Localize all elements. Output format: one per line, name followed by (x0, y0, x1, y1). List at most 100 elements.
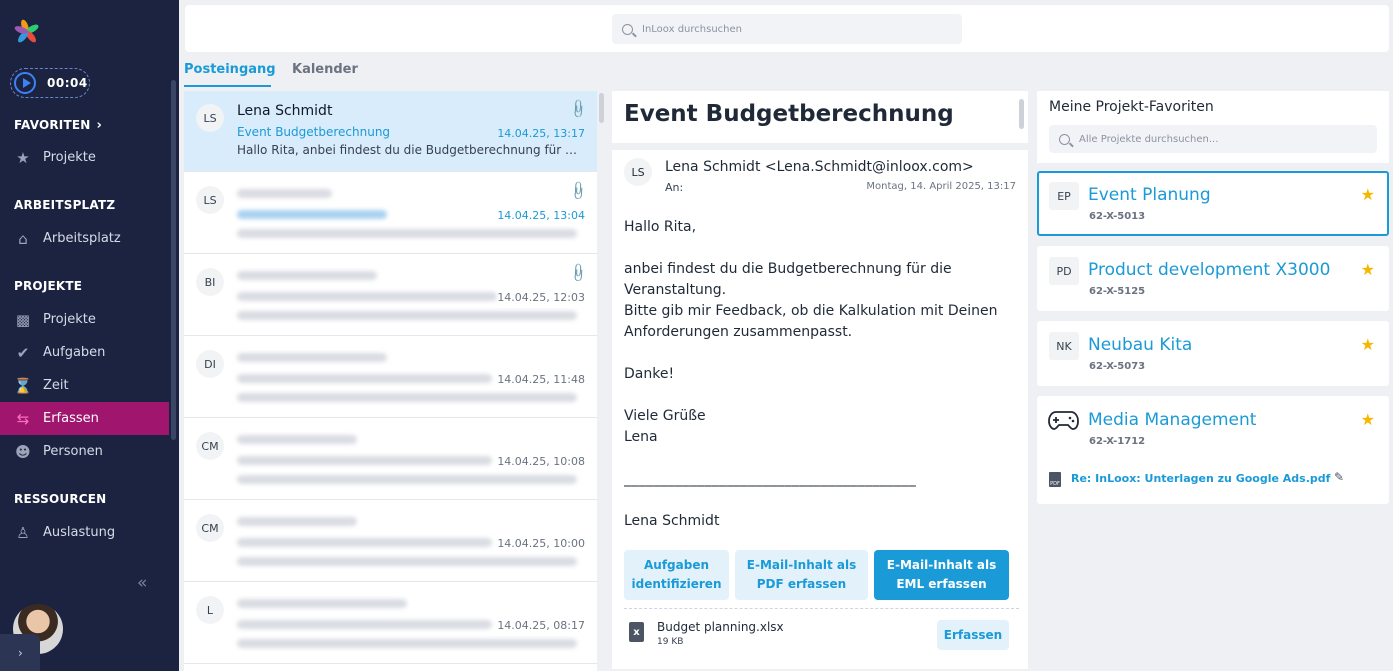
capture-arrows-icon: ⇆ (16, 409, 30, 428)
sidebar-item-zeit[interactable]: ⌛ Zeit (0, 369, 169, 402)
project-card[interactable]: EP Event Planung 62-X-5013 ★ (1037, 171, 1389, 236)
project-document-link[interactable]: Re: InLoox: Unterlagen zu Google Ads.pdf (1071, 472, 1330, 485)
mail-item[interactable]: CM 14.04.25, 10:08 (184, 419, 597, 500)
contact-card-icon: ☻ (15, 442, 31, 461)
sidebar-item-arbeitsplatz[interactable]: ⌂ Arbeitsplatz (0, 222, 169, 255)
mail-date: 14.04.25, 10:00 (497, 537, 585, 550)
top-bar: InLoox durchsuchen (185, 5, 1389, 52)
mail-list-scrollbar[interactable] (599, 91, 605, 671)
sidebar-item-auslastung[interactable]: ♙ Auslastung (0, 516, 169, 549)
inloox-logo-icon[interactable] (14, 18, 40, 46)
mail-item[interactable]: DI 14.04.25, 11:48 (184, 337, 597, 418)
capture-attachment-button[interactable]: Erfassen (937, 620, 1009, 650)
blurred-subject (237, 210, 387, 219)
sidebar-item-personen[interactable]: ☻ Personen (0, 435, 169, 468)
attachment-icon: 📎 (566, 180, 589, 203)
body-line: Anforderungen zusammenpasst. (624, 324, 853, 340)
edit-pencil-icon[interactable]: ✎ (1334, 470, 1344, 484)
search-placeholder: InLoox durchsuchen (642, 23, 742, 35)
section-favoriten[interactable]: FAVORITEN › (14, 118, 102, 133)
star-icon[interactable]: ★ (1361, 185, 1375, 204)
mail-item[interactable]: BI 📎 14.04.25, 12:03 (184, 255, 597, 336)
sender-initials: BI (196, 268, 224, 296)
mail-preview: Hallo Rita, anbei findest du die Budgetb… (237, 143, 582, 157)
expand-user-menu-icon[interactable]: › (0, 634, 40, 671)
check-circle-icon: ✔ (16, 343, 30, 362)
mail-detail-title: Event Budgetberechnung (624, 101, 954, 127)
sidebar-item-label: Arbeitsplatz (43, 231, 121, 246)
project-code: 62-X-5013 (1089, 211, 1146, 222)
sender-initials: LS (196, 104, 224, 132)
section-arbeitsplatz: ARBEITSPLATZ (14, 198, 116, 212)
blurred-preview (237, 229, 577, 238)
section-label: FAVORITEN (14, 118, 91, 132)
gamepad-icon (1048, 411, 1079, 430)
person-workload-icon: ♙ (16, 523, 30, 542)
star-icon[interactable]: ★ (1361, 335, 1375, 354)
favorites-header: Meine Projekt-Favoriten Alle Projekte du… (1037, 91, 1389, 163)
sender-initials: LS (624, 158, 652, 186)
attachment-name[interactable]: Budget planning.xlsx (657, 620, 784, 634)
attachment-size: 19 KB (657, 637, 684, 647)
body-line: Lena Schmidt (624, 513, 720, 529)
mail-item[interactable]: L 14.04.25, 08:17 (184, 583, 597, 664)
global-search-input[interactable]: InLoox durchsuchen (612, 14, 962, 44)
project-search-input[interactable]: Alle Projekte durchsuchen... (1049, 125, 1377, 153)
active-tab-indicator (184, 85, 271, 87)
project-card[interactable]: Media Management 62-X-1712 ★ PDF Re: InL… (1037, 396, 1389, 504)
attachment-icon: 📎 (566, 98, 589, 121)
sender-initials: CM (196, 432, 224, 460)
timer-value: 00:04 (47, 76, 88, 90)
mail-date: 14.04.25, 13:04 (497, 209, 585, 222)
project-card[interactable]: NK Neubau Kita 62-X-5073 ★ (1037, 321, 1389, 386)
mail-date: 14.04.25, 10:08 (497, 455, 585, 468)
button-label: EML erfassen (896, 577, 987, 591)
sidebar-item-erfassen[interactable]: ⇆ Erfassen (0, 402, 169, 435)
project-badge: NK (1049, 332, 1079, 360)
project-code: 62-X-5125 (1089, 286, 1146, 297)
project-name[interactable]: Event Planung (1088, 185, 1211, 205)
sender-initials: DI (196, 350, 224, 378)
project-card[interactable]: PD Product development X3000 62-X-5125 ★ (1037, 246, 1389, 311)
mail-sender: Lena Schmidt (237, 103, 333, 119)
body-line: Danke! (624, 366, 675, 382)
sidebar-item-aufgaben[interactable]: ✔ Aufgaben (0, 336, 169, 369)
blurred-sender (237, 189, 332, 198)
body-line: anbei findest du die Budgetberechnung fü… (624, 261, 952, 277)
sidebar-item-fav-projekte[interactable]: ★ Projekte (0, 141, 169, 174)
blurred-preview (237, 311, 577, 320)
identify-tasks-button[interactable]: Aufgaben identifizieren (624, 550, 729, 600)
divider (624, 608, 1019, 609)
blurred-preview (237, 393, 577, 402)
project-name[interactable]: Product development X3000 (1088, 260, 1330, 280)
mail-date: 14.04.25, 13:17 (497, 127, 585, 140)
tab-posteingang[interactable]: Posteingang (184, 62, 276, 77)
mail-item[interactable]: LS 📎 14.04.25, 13:04 (184, 173, 597, 254)
sidebar-item-projekte[interactable]: ▩ Projekte (0, 303, 169, 336)
mail-item[interactable]: CM 14.04.25, 10:00 (184, 501, 597, 582)
home-icon: ⌂ (18, 229, 28, 248)
project-name[interactable]: Neubau Kita (1088, 335, 1192, 355)
blurred-sender (237, 353, 387, 362)
favorites-title: Meine Projekt-Favoriten (1049, 99, 1214, 115)
star-icon[interactable]: ★ (1361, 260, 1375, 279)
search-icon (622, 23, 633, 35)
mail-detail-scrollbar[interactable] (1019, 99, 1024, 129)
time-tracker[interactable]: 00:04 (10, 68, 90, 98)
mail-to-label: An: (665, 181, 684, 194)
star-icon[interactable]: ★ (1361, 410, 1375, 429)
blurred-preview (237, 557, 577, 566)
blurred-subject (237, 456, 492, 465)
collapse-sidebar-icon[interactable]: « (137, 573, 147, 593)
mail-from: Lena Schmidt <Lena.Schmidt@inloox.com> (665, 159, 974, 175)
project-name[interactable]: Media Management (1088, 410, 1256, 430)
sidebar: 00:04 FAVORITEN › ★ Projekte ARBEITSPLATZ… (0, 0, 179, 671)
excel-file-icon: x (629, 622, 644, 642)
capture-eml-button[interactable]: E-Mail-Inhalt als EML erfassen (874, 550, 1009, 600)
capture-pdf-button[interactable]: E-Mail-Inhalt als PDF erfassen (735, 550, 868, 600)
tab-kalender[interactable]: Kalender (292, 62, 358, 77)
mail-item[interactable]: LS Lena Schmidt 📎 Event Budgetberechnung… (184, 91, 597, 172)
play-icon[interactable] (14, 72, 36, 94)
button-label: Aufgaben (643, 558, 709, 572)
sidebar-scrollbar[interactable] (171, 80, 176, 440)
